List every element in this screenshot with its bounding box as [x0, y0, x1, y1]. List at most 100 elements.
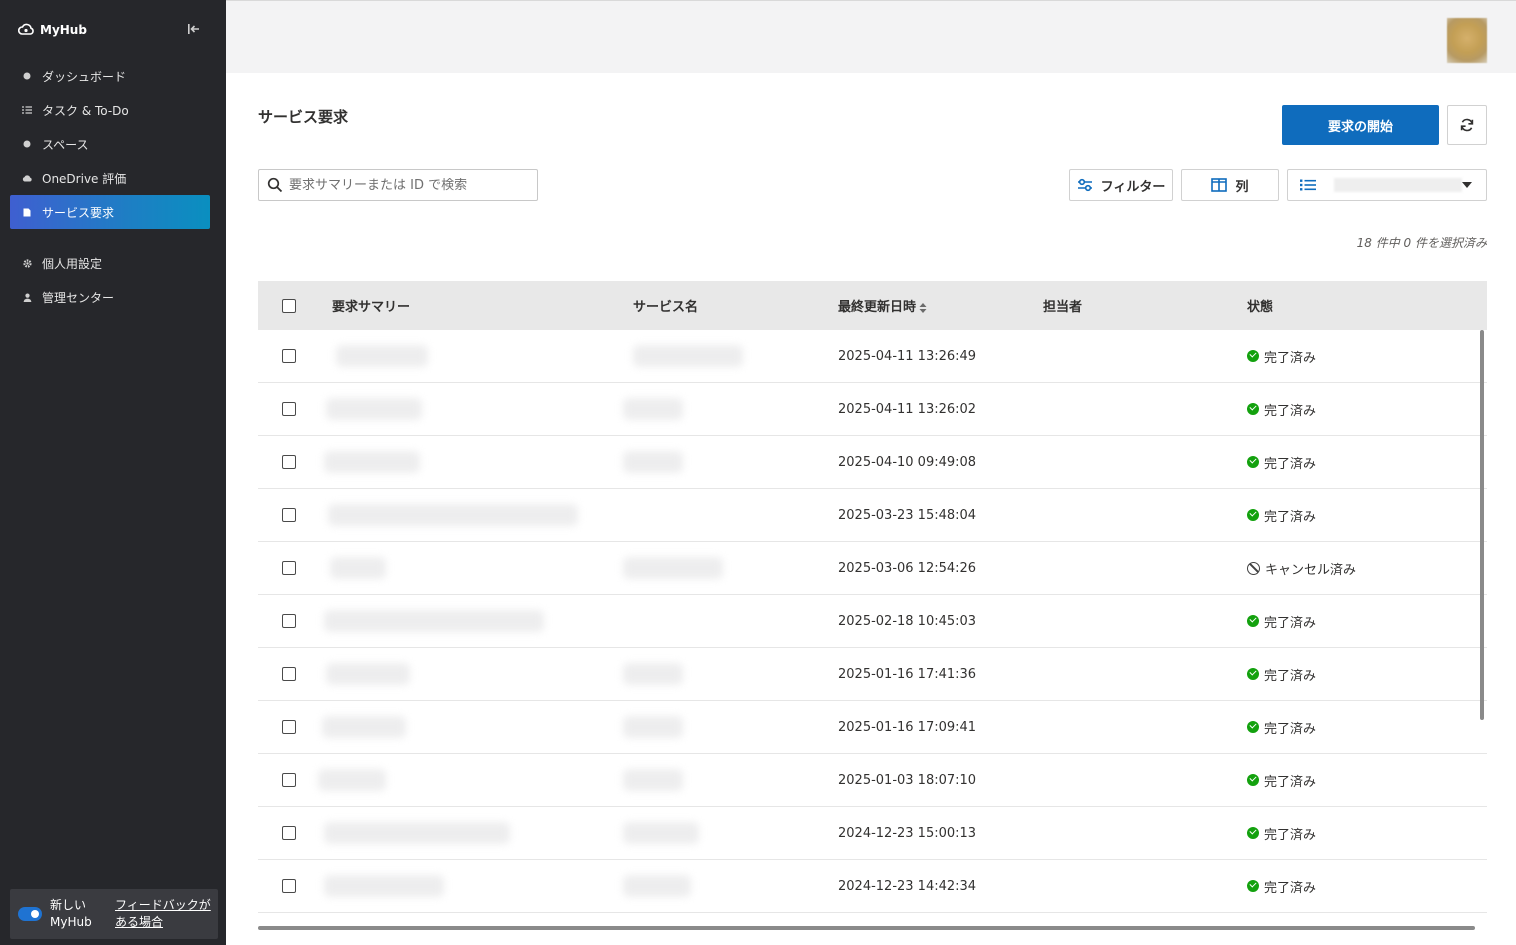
header-summary[interactable]: 要求サマリー	[320, 296, 621, 315]
cell-summary[interactable]	[320, 557, 621, 579]
cell-summary[interactable]	[320, 398, 621, 420]
cell-status: 完了済み	[1235, 665, 1475, 684]
row-checkbox[interactable]	[282, 508, 296, 522]
row-checkbox[interactable]	[282, 455, 296, 469]
table-row[interactable]: 2025-01-16 17:41:36 完了済み	[258, 648, 1487, 701]
status-label: 完了済み	[1264, 509, 1317, 525]
row-checkbox[interactable]	[282, 773, 296, 787]
cell-updated: 2025-01-03 18:07:10	[838, 772, 977, 788]
sidebar-item-cloud[interactable]: OneDrive 評価	[10, 161, 210, 195]
cell-updated: 2025-02-18 10:45:03	[838, 613, 977, 629]
requests-table: 要求サマリー サービス名 最終更新日時 担当者 状態 2025-04-11 13…	[258, 281, 1487, 913]
table-header: 要求サマリー サービス名 最終更新日時 担当者 状態	[258, 281, 1487, 330]
table-row[interactable]: 2025-04-11 13:26:02 完了済み	[258, 383, 1487, 436]
header-updated[interactable]: 最終更新日時	[826, 296, 1031, 315]
vertical-scrollbar[interactable]	[1480, 330, 1484, 720]
cell-service	[621, 345, 826, 367]
feedback-link[interactable]: フィードバックがある場合	[115, 897, 215, 931]
cell-status: 完了済み	[1235, 506, 1475, 525]
sidebar-item-person[interactable]: 管理センター	[10, 280, 210, 314]
horizontal-scrollbar[interactable]	[258, 926, 1475, 930]
redacted-summary	[328, 504, 578, 526]
select-all-checkbox[interactable]	[282, 298, 296, 313]
check-circle-icon	[1247, 456, 1259, 468]
search-input[interactable]	[289, 177, 529, 193]
start-request-button[interactable]: 要求の開始	[1282, 105, 1439, 145]
table-row[interactable]: 2024-12-23 15:00:13 完了済み	[258, 807, 1487, 860]
cell-summary[interactable]	[320, 875, 621, 897]
filter-label: フィルター	[1100, 178, 1166, 194]
status-label: 完了済み	[1264, 774, 1317, 790]
redacted-summary	[324, 610, 544, 632]
redacted-service	[623, 398, 683, 420]
cell-summary[interactable]	[320, 822, 621, 844]
cell-service	[621, 875, 826, 897]
cell-summary[interactable]	[320, 345, 621, 367]
row-checkbox[interactable]	[282, 826, 296, 840]
new-myhub-toggle[interactable]	[18, 907, 42, 921]
filter-button[interactable]: フィルター	[1069, 169, 1173, 201]
cell-service	[621, 716, 826, 738]
collapse-sidebar-icon[interactable]	[186, 22, 202, 36]
row-checkbox[interactable]	[282, 720, 296, 734]
document-icon	[22, 207, 32, 217]
table-row[interactable]: 2025-01-16 17:09:41 完了済み	[258, 701, 1487, 754]
cell-summary[interactable]	[318, 769, 621, 791]
header-assignee[interactable]: 担当者	[1031, 296, 1235, 315]
status-label: 完了済み	[1264, 456, 1317, 472]
row-checkbox[interactable]	[282, 561, 296, 575]
refresh-button[interactable]	[1447, 105, 1487, 145]
sidebar-item-document[interactable]: サービス要求	[10, 195, 210, 229]
refresh-icon	[1460, 118, 1474, 132]
row-checkbox[interactable]	[282, 614, 296, 628]
cell-summary[interactable]	[320, 451, 621, 473]
table-row[interactable]: 2025-03-23 15:48:04 完了済み	[258, 489, 1487, 542]
check-circle-icon	[1247, 350, 1259, 362]
row-checkbox[interactable]	[282, 667, 296, 681]
sidebar-item-dashboard[interactable]: ダッシュボード	[10, 59, 210, 93]
view-selector[interactable]	[1287, 169, 1487, 201]
sidebar-item-tasks[interactable]: タスク & To-Do	[10, 93, 210, 127]
cell-service	[621, 398, 826, 420]
myhub-logo-icon	[18, 23, 34, 35]
row-checkbox[interactable]	[282, 879, 296, 893]
sidebar-item-gear[interactable]: 個人用設定	[10, 246, 210, 280]
status-label: 完了済み	[1264, 880, 1317, 896]
cell-status: 完了済み	[1235, 612, 1475, 631]
search-box[interactable]	[258, 169, 538, 201]
cell-summary[interactable]	[320, 504, 621, 526]
row-checkbox[interactable]	[282, 402, 296, 416]
redacted-summary	[326, 663, 410, 685]
table-row[interactable]: 2025-04-10 09:49:08 完了済み	[258, 436, 1487, 489]
table-row[interactable]: 2025-01-03 18:07:10 完了済み	[258, 754, 1487, 807]
redacted-summary	[330, 557, 386, 579]
table-row[interactable]: 2024-12-23 14:42:34 完了済み	[258, 860, 1487, 913]
cell-status: 完了済み	[1235, 400, 1475, 419]
status-label: 完了済み	[1264, 721, 1317, 737]
app-brand[interactable]: MyHub	[18, 20, 87, 40]
cell-updated: 2025-04-10 09:49:08	[838, 454, 977, 470]
table-row[interactable]: 2025-03-06 12:54:26 キャンセル済み	[258, 542, 1487, 595]
redacted-service	[633, 345, 743, 367]
cell-summary[interactable]	[320, 663, 621, 685]
columns-button[interactable]: 列	[1181, 169, 1279, 201]
sidebar-item-spaces[interactable]: スペース	[10, 127, 210, 161]
row-checkbox[interactable]	[282, 349, 296, 363]
redacted-service	[623, 716, 683, 738]
cell-summary[interactable]	[320, 716, 621, 738]
avatar[interactable]	[1447, 18, 1487, 63]
cell-updated: 2025-04-11 13:26:49	[838, 348, 977, 364]
table-row[interactable]: 2025-04-11 13:26:49 完了済み	[258, 330, 1487, 383]
cell-summary[interactable]	[320, 610, 621, 632]
cell-updated: 2025-04-11 13:26:02	[838, 401, 977, 417]
cancelled-icon	[1247, 561, 1260, 575]
table-row[interactable]: 2025-02-18 10:45:03 完了済み	[258, 595, 1487, 648]
cell-status: 完了済み	[1235, 824, 1475, 843]
cell-updated: 2025-01-16 17:41:36	[838, 666, 977, 682]
check-circle-icon	[1247, 509, 1259, 521]
header-service[interactable]: サービス名	[621, 296, 826, 315]
columns-icon	[1211, 178, 1228, 192]
header-status[interactable]: 状態	[1235, 296, 1475, 315]
sort-icon	[919, 302, 927, 313]
check-circle-icon	[1247, 403, 1259, 415]
